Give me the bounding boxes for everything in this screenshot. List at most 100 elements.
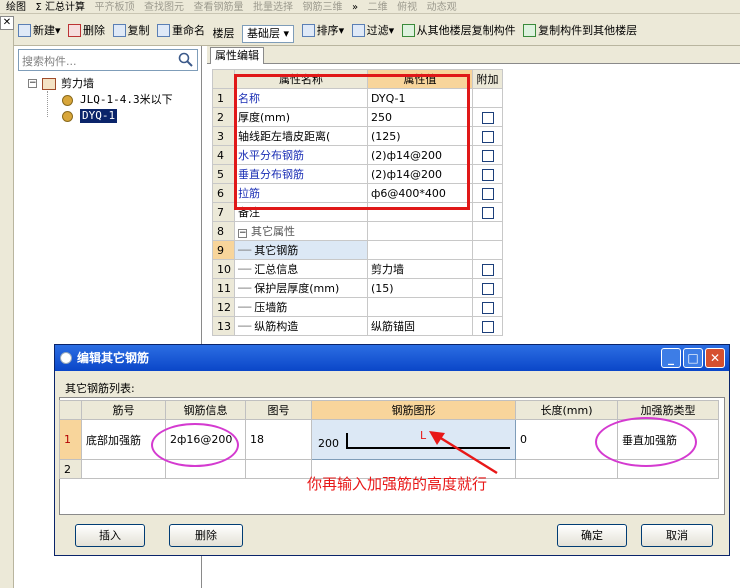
- toolbar-item-top-view[interactable]: 俯视: [397, 2, 417, 13]
- row-number: 7: [212, 202, 235, 222]
- component-gear-icon: [62, 95, 73, 106]
- shape-vertical-bar: [346, 432, 348, 448]
- property-value[interactable]: [367, 297, 473, 317]
- property-name[interactable]: ── 压墙筋: [234, 297, 368, 317]
- filter-button[interactable]: 过滤 ▾: [351, 14, 394, 45]
- sort-button[interactable]: 排序 ▾: [301, 14, 344, 45]
- toolbar-item-rebar-3d[interactable]: 钢筋三维: [303, 2, 343, 13]
- extra-checkbox[interactable]: [481, 301, 494, 314]
- dialog-close-button[interactable]: ✕: [705, 348, 725, 368]
- row-number: 8: [212, 221, 235, 241]
- property-row[interactable]: 12 ── 压墙筋: [212, 297, 503, 317]
- dialog-title: 编辑其它钢筋: [55, 345, 729, 371]
- search-icon[interactable]: [177, 51, 195, 69]
- property-row[interactable]: 8− 其它属性: [212, 221, 503, 241]
- tree-root-shear-wall[interactable]: 剪力墙: [61, 77, 94, 91]
- extra-checkbox[interactable]: [481, 320, 494, 333]
- toolbar-item-2d[interactable]: 二维: [368, 2, 388, 13]
- cancel-button[interactable]: 取消: [641, 524, 713, 547]
- extra-cell: [472, 202, 503, 222]
- extra-checkbox[interactable]: [481, 111, 494, 124]
- extra-checkbox[interactable]: [481, 130, 494, 143]
- property-value[interactable]: (15): [367, 278, 473, 298]
- ok-button[interactable]: 确定: [557, 524, 627, 547]
- extra-checkbox[interactable]: [481, 206, 494, 219]
- extra-checkbox[interactable]: [481, 149, 494, 162]
- extra-checkbox[interactable]: [481, 187, 494, 200]
- left-dock-strip: [0, 30, 14, 588]
- extra-cell: [472, 297, 503, 317]
- grid-corner: [59, 400, 82, 420]
- toolbar-item-view-rebar[interactable]: 查看钢筋量: [194, 2, 244, 13]
- property-row[interactable]: 9 ── 其它钢筋: [212, 240, 503, 260]
- group-collapse-toggle[interactable]: −: [238, 229, 247, 238]
- delete-button[interactable]: 删除: [68, 14, 105, 45]
- copy-to-floor-button[interactable]: 复制构件到其他楼层: [523, 14, 637, 45]
- copy-button[interactable]: 复制: [112, 14, 150, 45]
- row-number: 9: [212, 240, 235, 260]
- delete-icon: [68, 23, 82, 37]
- property-value[interactable]: 剪力墙: [367, 259, 473, 279]
- extra-checkbox[interactable]: [481, 168, 494, 181]
- extra-checkbox[interactable]: [481, 282, 494, 295]
- highlight-ellipse-rebar-info: [151, 423, 239, 467]
- cell-length[interactable]: [515, 459, 618, 479]
- cell-figure-no[interactable]: 18: [245, 419, 312, 460]
- grid-corner: [212, 69, 235, 89]
- toolbar-item-find[interactable]: 查找图元: [144, 2, 184, 13]
- copy-to-floor-icon: [523, 23, 537, 37]
- property-name[interactable]: ── 其它钢筋: [234, 240, 368, 260]
- property-name[interactable]: ── 保护层厚度(mm): [234, 278, 368, 298]
- property-row[interactable]: 11 ── 保护层厚度(mm) (15): [212, 278, 503, 298]
- toolbar-overflow-button[interactable]: »: [352, 2, 358, 13]
- property-name-label: 其它钢筋: [254, 244, 299, 257]
- row-number: 1: [212, 88, 235, 108]
- property-value[interactable]: 纵筋锚固: [367, 316, 473, 336]
- maximize-button[interactable]: □: [683, 348, 703, 368]
- property-name-label: 压墙筋: [254, 301, 288, 314]
- rename-button[interactable]: 重命名: [157, 14, 205, 45]
- column-header-extra: 附加: [472, 69, 503, 89]
- search-input[interactable]: 搜索构件...: [18, 49, 198, 71]
- property-name[interactable]: − 其它属性: [234, 221, 368, 241]
- cell-bar-no[interactable]: [81, 459, 166, 479]
- tree-item-dyq-selected[interactable]: DYQ-1: [80, 109, 118, 123]
- toolbar-item-draw[interactable]: 绘图: [6, 2, 26, 13]
- close-icon[interactable]: ✕: [0, 16, 14, 30]
- property-row[interactable]: 10 ── 汇总信息 剪力墙: [212, 259, 503, 279]
- tab-property-edit[interactable]: 属性编辑: [210, 47, 264, 64]
- column-header-reinforce-type: 加强筋类型: [617, 400, 719, 420]
- row-number: 2: [212, 107, 235, 127]
- toolbar-item-batch-select[interactable]: 批量选择: [253, 2, 293, 13]
- minimize-button[interactable]: _: [661, 348, 681, 368]
- extra-checkbox[interactable]: [481, 263, 494, 276]
- property-name[interactable]: ── 汇总信息: [234, 259, 368, 279]
- shape-dimension[interactable]: 200: [318, 437, 339, 450]
- property-value[interactable]: [367, 221, 473, 241]
- floor-select[interactable]: 基础层 ▾: [242, 18, 295, 46]
- toolbar-item-summary[interactable]: Σ 汇总计算: [36, 2, 86, 13]
- component-gear-icon: [62, 111, 73, 122]
- tree-item-jlq[interactable]: JLQ-1-4.3米以下: [80, 93, 173, 107]
- new-button[interactable]: 新建 ▾: [18, 14, 61, 45]
- toolbar-item-align-top[interactable]: 平齐板顶: [95, 2, 135, 13]
- annotation-arrow: [429, 431, 498, 475]
- tree-connector: ──: [238, 244, 252, 257]
- copy-from-floor-button[interactable]: 从其他楼层复制构件: [401, 14, 516, 45]
- delete-row-button[interactable]: 删除: [169, 524, 243, 547]
- rename-icon: [157, 23, 171, 37]
- property-name-label: 汇总信息: [254, 263, 299, 276]
- row-number: 10: [212, 259, 235, 279]
- property-value[interactable]: [367, 240, 473, 260]
- annotation-text: 你再输入加强筋的高度就行: [307, 475, 488, 493]
- property-name[interactable]: ── 纵筋构造: [234, 316, 368, 336]
- toolbar-item-dynamic-view[interactable]: 动态观: [427, 2, 457, 13]
- column-header-rebar-info: 钢筋信息: [165, 400, 246, 420]
- property-name-label: 纵筋构造: [254, 320, 299, 333]
- tree-collapse-toggle[interactable]: −: [28, 79, 37, 88]
- property-row[interactable]: 13 ── 纵筋构造 纵筋锚固: [212, 316, 503, 336]
- cell-figure-no[interactable]: [245, 459, 312, 479]
- top-toolbar: 绘图 Σ 汇总计算 平齐板顶 查找图元 查看钢筋量 批量选择 钢筋三维 » 二维…: [0, 0, 740, 14]
- extra-cell: [472, 259, 503, 279]
- insert-button[interactable]: 插入: [75, 524, 145, 547]
